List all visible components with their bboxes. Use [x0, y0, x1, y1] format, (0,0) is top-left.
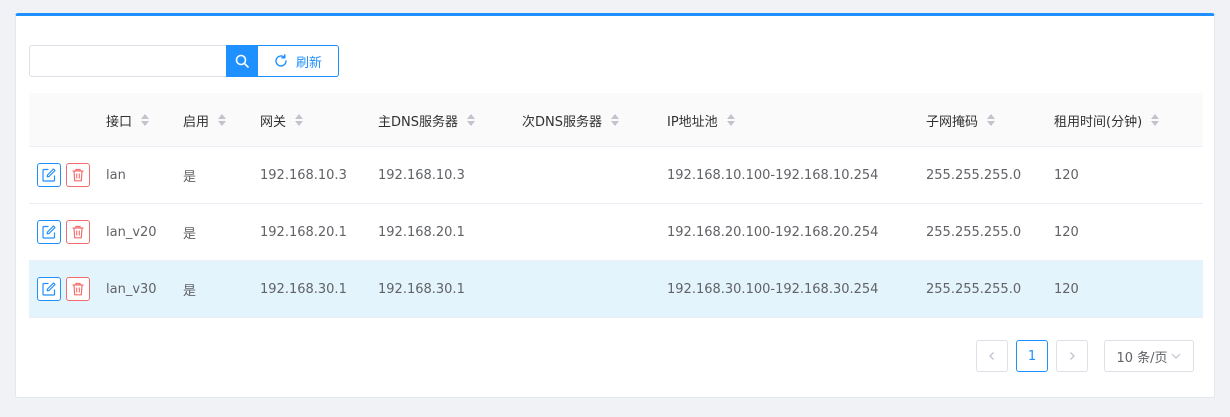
cell-enabled: 是 — [183, 283, 197, 299]
sort-icon[interactable] — [610, 113, 620, 127]
edit-icon — [42, 225, 56, 239]
sort-icon[interactable] — [217, 113, 227, 127]
table-row[interactable]: lan_v20 是 192.168.20.1 192.168.20.1 192.… — [29, 204, 1203, 261]
cell-subnet-mask: 255.255.255.0 — [926, 167, 1022, 183]
page-size-label: 10 条/页 — [1116, 350, 1168, 366]
prev-page-button[interactable] — [976, 340, 1008, 372]
pagination: 1 10 条/页 — [976, 340, 1194, 372]
refresh-button[interactable]: 刷新 — [258, 45, 339, 77]
cell-lease-time: 120 — [1054, 224, 1079, 240]
header-label: 租用时间(分钟) — [1054, 114, 1143, 130]
header-label: 子网掩码 — [926, 114, 979, 130]
cell-ip-pool: 192.168.10.100-192.168.10.254 — [667, 167, 879, 183]
delete-button[interactable] — [66, 220, 90, 244]
delete-button[interactable] — [66, 163, 90, 187]
edit-button[interactable] — [37, 277, 61, 301]
column-header-lease-time[interactable]: 租用时间(分钟) — [1054, 93, 1160, 147]
trash-icon — [72, 282, 84, 296]
trash-icon — [72, 225, 84, 239]
table-header: 接口 启用 网关 主DNS服务器 次DNS服务器 IP地址池 子网掩码 租用时间… — [29, 93, 1203, 147]
header-label: 网关 — [260, 114, 287, 130]
cell-enabled: 是 — [183, 169, 197, 185]
edit-button[interactable] — [37, 163, 61, 187]
refresh-icon — [275, 54, 287, 67]
dhcp-table: 接口 启用 网关 主DNS服务器 次DNS服务器 IP地址池 子网掩码 租用时间… — [29, 93, 1203, 318]
row-actions — [37, 204, 90, 260]
sort-icon[interactable] — [466, 113, 476, 127]
column-header-enabled[interactable]: 启用 — [183, 93, 227, 147]
column-header-primary-dns[interactable]: 主DNS服务器 — [378, 93, 476, 147]
cell-lease-time: 120 — [1054, 281, 1079, 297]
sort-icon[interactable] — [1150, 113, 1160, 127]
next-page-button[interactable] — [1056, 340, 1088, 372]
row-actions — [37, 261, 90, 317]
cell-gateway: 192.168.20.1 — [260, 224, 347, 240]
column-header-secondary-dns[interactable]: 次DNS服务器 — [522, 93, 620, 147]
cell-ip-pool: 192.168.20.100-192.168.20.254 — [667, 224, 879, 240]
sort-icon[interactable] — [986, 113, 996, 127]
search-icon — [235, 54, 249, 68]
row-actions — [37, 147, 90, 203]
table-row[interactable]: lan 是 192.168.10.3 192.168.10.3 192.168.… — [29, 147, 1203, 204]
search-input[interactable] — [29, 45, 226, 77]
header-label: 启用 — [183, 114, 210, 130]
dhcp-panel: 刷新 接口 启用 网关 主DNS服务器 次DNS服务器 IP地址池 子网掩码 租… — [15, 13, 1215, 398]
refresh-label: 刷新 — [295, 55, 322, 71]
cell-enabled: 是 — [183, 226, 197, 242]
column-header-subnet-mask[interactable]: 子网掩码 — [926, 93, 996, 147]
header-label: IP地址池 — [667, 114, 718, 130]
chevron-down-icon — [1171, 353, 1180, 359]
edit-icon — [42, 282, 56, 296]
table-row[interactable]: lan_v30 是 192.168.30.1 192.168.30.1 192.… — [29, 261, 1203, 318]
cell-subnet-mask: 255.255.255.0 — [926, 281, 1022, 297]
toolbar: 刷新 — [29, 45, 339, 77]
cell-gateway: 192.168.10.3 — [260, 167, 347, 183]
cell-subnet-mask: 255.255.255.0 — [926, 224, 1022, 240]
cell-interface: lan — [106, 167, 126, 183]
cell-primary-dns: 192.168.30.1 — [378, 281, 465, 297]
page-size-select[interactable]: 10 条/页 — [1104, 340, 1194, 372]
cell-lease-time: 120 — [1054, 167, 1079, 183]
chevron-left-icon — [989, 352, 994, 360]
page-number-button[interactable]: 1 — [1016, 340, 1048, 372]
column-header-ip-pool[interactable]: IP地址池 — [667, 93, 736, 147]
header-label: 主DNS服务器 — [378, 114, 458, 130]
cell-ip-pool: 192.168.30.100-192.168.30.254 — [667, 281, 879, 297]
header-label: 次DNS服务器 — [522, 114, 602, 130]
sort-icon[interactable] — [726, 113, 736, 127]
cell-interface: lan_v30 — [106, 281, 157, 297]
cell-primary-dns: 192.168.20.1 — [378, 224, 465, 240]
search-button[interactable] — [226, 45, 258, 77]
edit-icon — [42, 168, 56, 182]
cell-interface: lan_v20 — [106, 224, 157, 240]
trash-icon — [72, 168, 84, 182]
sort-icon[interactable] — [294, 113, 304, 127]
chevron-right-icon — [1070, 352, 1075, 360]
cell-gateway: 192.168.30.1 — [260, 281, 347, 297]
column-header-gateway[interactable]: 网关 — [260, 93, 304, 147]
sort-icon[interactable] — [140, 113, 150, 127]
cell-primary-dns: 192.168.10.3 — [378, 167, 465, 183]
edit-button[interactable] — [37, 220, 61, 244]
header-label: 接口 — [106, 114, 133, 130]
column-header-interface[interactable]: 接口 — [106, 93, 150, 147]
delete-button[interactable] — [66, 277, 90, 301]
